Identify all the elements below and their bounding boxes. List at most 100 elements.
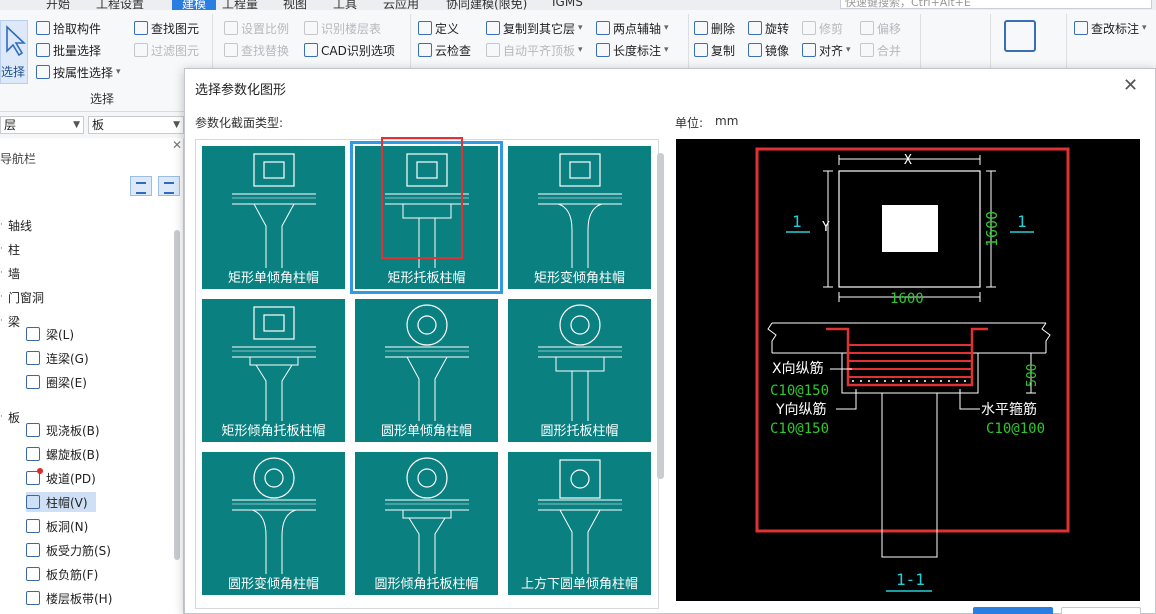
align-top-button[interactable]: 自动平齐顶板 ▾ xyxy=(486,40,583,60)
nav-item-label: 板负筋(F) xyxy=(46,567,99,582)
nav-item-slab-2[interactable]: 坡道(PD) xyxy=(26,468,104,488)
attribute-select-button[interactable]: 按属性选择 ▾ xyxy=(36,62,121,82)
merge-button[interactable]: 合并 xyxy=(860,40,901,60)
menu-item-2[interactable]: 建模 xyxy=(172,0,217,10)
batch-select-button[interactable]: 批量选择 xyxy=(36,40,101,60)
nav-item-beam-0[interactable]: 梁(L) xyxy=(26,324,82,344)
nav-scrollbar[interactable] xyxy=(174,230,180,560)
list-view-icon[interactable] xyxy=(130,176,152,196)
nav-category-5[interactable]: · 板 xyxy=(0,406,20,428)
nav-item-slab-1[interactable]: 螺旋板(B) xyxy=(26,444,108,464)
rotate-button[interactable]: 旋转 xyxy=(748,18,789,38)
smart-layout-icon xyxy=(1004,20,1036,52)
shape-thumbnail xyxy=(385,304,469,421)
nav-item-slab-0[interactable]: 现浇板(B) xyxy=(26,420,108,440)
delete-button[interactable]: 删除 xyxy=(694,18,735,38)
menu-item-4[interactable]: 视图 xyxy=(283,0,307,10)
nav-item-beam-1[interactable]: 连梁(G) xyxy=(26,348,97,368)
offset-button[interactable]: 偏移 xyxy=(860,18,901,38)
shape-option-5[interactable]: 圆形托板柱帽 xyxy=(508,299,651,442)
axis-button[interactable]: 两点辅轴 ▾ xyxy=(596,18,669,38)
nav-item-slab-3[interactable]: 柱帽(V) xyxy=(26,492,96,512)
merge-icon xyxy=(860,43,874,57)
shape-option-label: 圆形变倾角柱帽 xyxy=(227,577,319,592)
trim-button[interactable]: 修剪 xyxy=(802,18,843,38)
filter-button[interactable]: 过滤图元 xyxy=(134,40,199,60)
mirror-button[interactable]: 镜像 xyxy=(748,40,789,60)
nav-item-slab-6[interactable]: 板负筋(F) xyxy=(26,564,106,584)
chevron-down-icon: ▾ xyxy=(578,45,583,55)
menu-item-6[interactable]: 云应用 xyxy=(383,0,419,10)
cad-button[interactable]: CAD识别选项 xyxy=(304,40,395,60)
shape-option-7[interactable]: 圆形倾角托板柱帽 xyxy=(355,452,498,595)
find-button[interactable]: 查找图元 xyxy=(134,18,199,38)
menu-item-5[interactable]: 工具 xyxy=(333,0,357,10)
cancel-button[interactable] xyxy=(1061,607,1141,614)
nav-category-label: 墙 xyxy=(8,266,21,281)
nav-item-beam-2[interactable]: 圈梁(E) xyxy=(26,372,95,392)
shape-grid-scrollbar[interactable] xyxy=(657,153,664,479)
nav-item-slab-5[interactable]: 板受力筋(S) xyxy=(26,540,119,560)
ribbon-item-label: 对齐 xyxy=(819,43,844,58)
edit-annotation-button[interactable]: 查改标注 ▾ xyxy=(1074,18,1147,38)
shape-thumbnail xyxy=(538,153,622,268)
pick-button[interactable]: 拾取构件 xyxy=(36,18,101,38)
search-input[interactable]: 快速键搜索，Ctrl+Alt+E xyxy=(840,0,1152,9)
nav-item-label: 板洞(N) xyxy=(46,519,89,534)
align-button[interactable]: 对齐 ▾ xyxy=(802,40,851,60)
shape-option-2[interactable]: 矩形变倾角柱帽 xyxy=(508,146,651,289)
nav-item-slab-7[interactable]: 楼层板带(H) xyxy=(26,588,120,608)
shape-option-label: 圆形倾角托板柱帽 xyxy=(374,577,479,592)
floor-table-button[interactable]: 识别楼层表 xyxy=(304,18,381,38)
ok-button[interactable] xyxy=(973,607,1053,614)
nav-item-label: 连梁(G) xyxy=(46,351,89,366)
ribbon-item-label: 复制到其它层 xyxy=(503,21,576,36)
close-icon[interactable]: ✕ xyxy=(1123,77,1138,95)
shape-option-0[interactable]: 矩形单倾角柱帽 xyxy=(202,146,345,289)
floor-dropdown[interactable]: 层 ▼ xyxy=(0,116,84,134)
copy-icon xyxy=(694,43,708,57)
menu-item-8[interactable]: IGMS xyxy=(552,0,583,9)
scale-button[interactable]: 设置比例 xyxy=(224,18,289,38)
menu-item-7[interactable]: 协同建模(限免) xyxy=(446,0,527,10)
replace-button[interactable]: 查找替换 xyxy=(224,40,289,60)
column-section xyxy=(882,205,938,252)
menu-item-3[interactable]: 工程量 xyxy=(222,0,258,10)
copy-button[interactable]: 复制 xyxy=(694,40,735,60)
detail-view-icon[interactable] xyxy=(158,176,180,196)
replace-icon xyxy=(224,43,238,57)
cad-icon xyxy=(304,43,318,57)
nav-category-0[interactable]: · 轴线 xyxy=(0,214,32,236)
expand-icon: · xyxy=(0,412,3,422)
slab-type-icon xyxy=(26,423,40,437)
nav-category-4[interactable]: · 梁 xyxy=(0,310,20,332)
shape-option-6[interactable]: 圆形变倾角柱帽 xyxy=(202,452,345,595)
x-bar-value: C10@150 xyxy=(770,383,829,399)
menu-item-0[interactable]: 开始 xyxy=(46,0,70,10)
shape-thumbnail xyxy=(232,457,316,574)
close-icon[interactable]: ✕ xyxy=(172,138,182,152)
nav-category-2[interactable]: · 墙 xyxy=(0,262,20,284)
shape-option-3[interactable]: 矩形倾角托板柱帽 xyxy=(202,299,345,442)
shape-option-4[interactable]: 圆形单倾角柱帽 xyxy=(355,299,498,442)
ribbon-item-label: 删除 xyxy=(711,21,736,36)
nav-category-3[interactable]: · 门窗洞 xyxy=(0,286,44,308)
define-button[interactable]: 定义 xyxy=(418,18,459,38)
length-button[interactable]: 长度标注 ▾ xyxy=(596,40,669,60)
nav-item-slab-4[interactable]: 板洞(N) xyxy=(26,516,96,536)
menu-item-1[interactable]: 工程设置 xyxy=(96,0,144,10)
chevron-down-icon: ▾ xyxy=(578,23,583,33)
cloud-check-button[interactable]: 云检查 xyxy=(418,40,471,60)
shape-option-label: 圆形单倾角柱帽 xyxy=(380,424,472,439)
nav-item-label: 板受力筋(S) xyxy=(46,543,111,558)
chevron-down-icon: ▾ xyxy=(664,23,669,33)
select-button[interactable]: 选择 xyxy=(0,20,28,84)
select-group-label: 选择 xyxy=(90,92,115,106)
nav-category-1[interactable]: · 柱 xyxy=(0,238,20,260)
ribbon-item-label: 云检查 xyxy=(435,43,472,58)
type-dropdown[interactable]: 板 ▼ xyxy=(88,116,184,134)
shape-option-8[interactable]: 上方下圆单倾角柱帽 xyxy=(508,452,651,595)
copy-floor-button[interactable]: 复制到其它层 ▾ xyxy=(486,18,583,38)
shape-option-label: 矩形变倾角柱帽 xyxy=(533,271,625,286)
select-parametric-shape-dialog: 选择参数化图形 ✕ 参数化截面类型: 单位: mm 矩形单倾角柱帽 矩形托板柱帽矩… xyxy=(184,68,1156,614)
